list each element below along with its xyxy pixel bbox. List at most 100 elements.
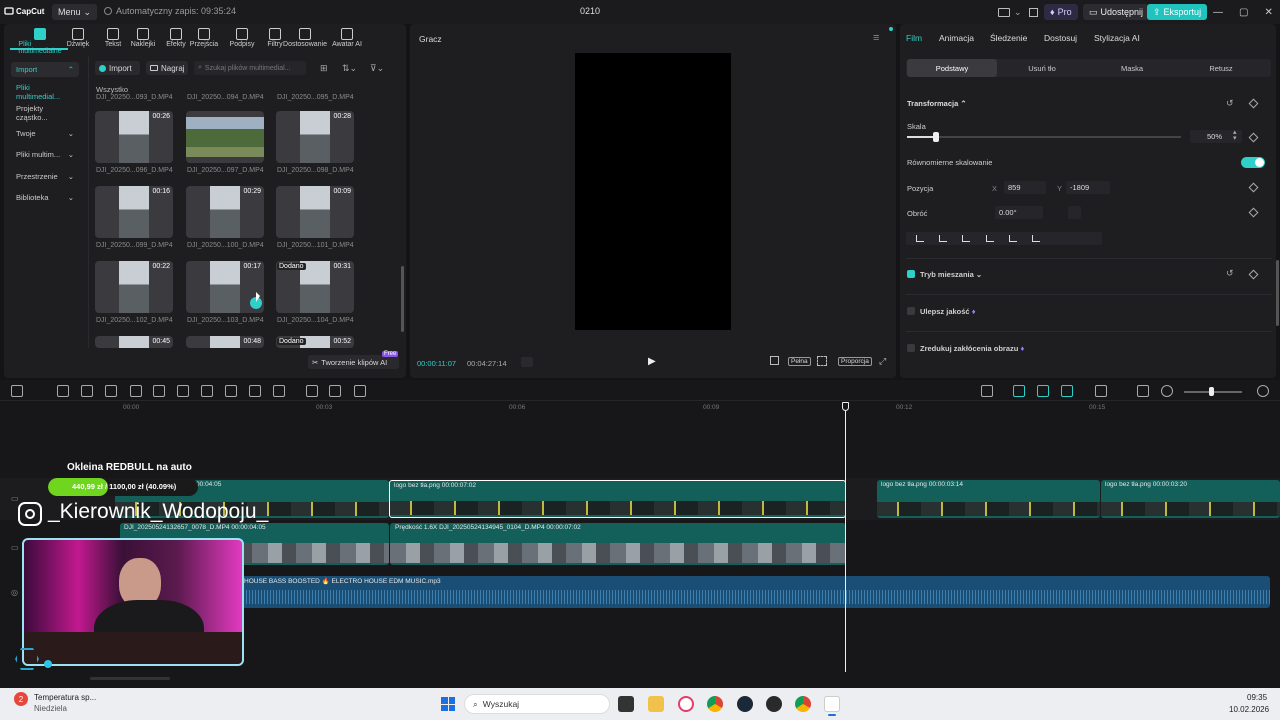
menu-button[interactable]: Menu ⌄ xyxy=(52,4,98,20)
clock-date[interactable]: 10.02.2026 xyxy=(1229,705,1269,714)
magnet-icon[interactable] xyxy=(1037,385,1049,397)
sidebar-item-5[interactable]: Przestrzenie ⌄ xyxy=(11,169,79,184)
tab-3[interactable]: Dostosuj xyxy=(1044,33,1077,43)
ai-tool-icon[interactable] xyxy=(354,385,366,397)
track-audio-icon[interactable]: ◎ xyxy=(11,588,18,597)
align-center-h-icon[interactable] xyxy=(939,235,947,242)
tab-0[interactable]: Film xyxy=(906,33,922,43)
split-right-icon[interactable] xyxy=(153,385,165,397)
enhance-label[interactable]: Ulepsz jakość ♦ xyxy=(920,307,976,316)
subtab-2[interactable]: Maska xyxy=(1087,59,1177,77)
chrome-icon[interactable] xyxy=(707,696,723,712)
file-explorer-icon[interactable] xyxy=(648,696,664,712)
toolbar-audio[interactable]: Dźwięk xyxy=(58,28,98,48)
delete-icon[interactable] xyxy=(177,385,189,397)
subtab-0[interactable]: Podstawy xyxy=(907,59,997,77)
media-thumbnail[interactable]: 00:31 Dodano xyxy=(276,261,354,313)
position-y-input[interactable]: -1809 xyxy=(1066,181,1110,194)
overlay-clip[interactable]: logo bez tła.png 00:00:03:14 xyxy=(877,480,1100,518)
denoise-checkbox[interactable] xyxy=(907,344,915,352)
crop-icon[interactable] xyxy=(770,356,779,365)
toolbar-adjust[interactable]: Dostosowanie xyxy=(283,28,327,48)
split-icon[interactable] xyxy=(105,385,117,397)
overlay-clip-selected[interactable]: logo bez tła.png 00:00:07:02 xyxy=(389,480,846,518)
media-thumbnail[interactable] xyxy=(186,111,264,163)
media-thumbnail[interactable]: 00:16 xyxy=(95,186,173,238)
track-lock-icon[interactable]: ▭ xyxy=(11,494,19,503)
media-thumbnail[interactable]: 00:26 xyxy=(95,111,173,163)
media-scrollbar[interactable] xyxy=(401,266,404,332)
clock-time[interactable]: 09:35 xyxy=(1247,693,1267,702)
reset-icon[interactable]: ↺ xyxy=(1226,98,1234,109)
mic-icon[interactable] xyxy=(981,385,993,397)
properties-scrollbar[interactable] xyxy=(1276,260,1279,326)
share-button[interactable]: ▭ Udostępnij xyxy=(1083,4,1150,20)
link-main-icon[interactable] xyxy=(1013,385,1025,397)
sort-icon[interactable]: ⇅⌄ xyxy=(342,63,357,74)
playhead-handle[interactable] xyxy=(842,402,849,411)
subtab-3[interactable]: Retusz xyxy=(1176,59,1266,77)
blend-checkbox[interactable] xyxy=(907,270,915,278)
media-search-input[interactable]: ⌕ Szukaj plików multimedial... xyxy=(194,61,306,75)
denoise-label[interactable]: Zredukuj zakłócenia obrazu ♦ xyxy=(920,344,1024,353)
toolbar-transition[interactable]: Przejścia xyxy=(184,28,224,48)
capcut-taskbar-icon[interactable] xyxy=(824,696,840,712)
import-button[interactable]: Import xyxy=(95,61,140,75)
track-video-icon[interactable]: ▭ xyxy=(11,543,19,552)
record-button[interactable]: Nagraj xyxy=(146,61,188,75)
taskbar-search[interactable]: ⌕ Wyszukaj xyxy=(464,694,610,714)
ai-clips-button[interactable]: ✂ Tworzenie klipów AI xyxy=(308,355,399,369)
caption-icon[interactable] xyxy=(1137,385,1149,397)
maximize-icon[interactable]: ▢ xyxy=(1239,7,1248,18)
screenshot-icon[interactable] xyxy=(817,356,827,366)
preview-axis-icon[interactable] xyxy=(1095,385,1107,397)
subtab-1[interactable]: Usuń tło xyxy=(997,59,1087,77)
sidebar-item-6[interactable]: Biblioteka ⌄ xyxy=(11,190,79,205)
tab-1[interactable]: Animacja xyxy=(939,33,974,43)
media-thumbnail[interactable]: 00:22 xyxy=(95,261,173,313)
media-thumbnail[interactable]: 00:45 xyxy=(95,336,173,348)
layout-icon[interactable] xyxy=(998,7,1010,17)
chrome-profile-icon[interactable] xyxy=(795,696,811,712)
timeline-scrollbar[interactable] xyxy=(90,677,170,680)
quality-button[interactable]: Pełna xyxy=(788,357,811,366)
sidebar-item-2[interactable]: Projekty cząstko... xyxy=(11,104,79,122)
scale-slider[interactable] xyxy=(907,136,1181,138)
weather-badge[interactable]: 2 xyxy=(14,692,28,706)
grid-view-icon[interactable]: ⊞ xyxy=(320,63,328,74)
project-title[interactable]: 0210 xyxy=(580,6,600,16)
opera-icon[interactable] xyxy=(678,696,694,712)
mirror-icon[interactable] xyxy=(249,385,261,397)
pro-button[interactable]: ♦ Pro xyxy=(1044,4,1078,20)
sidebar-item-4[interactable]: Pliki multim... ⌄ xyxy=(11,147,79,162)
align-top-icon[interactable] xyxy=(986,235,994,242)
undo-icon[interactable] xyxy=(57,385,69,397)
start-icon[interactable] xyxy=(441,697,455,711)
playhead[interactable] xyxy=(845,408,846,672)
close-icon[interactable]: ✕ xyxy=(1264,7,1272,18)
zoom-in-icon[interactable] xyxy=(1257,385,1269,397)
weather-title[interactable]: Temperatura sp... xyxy=(34,693,96,702)
position-x-input[interactable]: 859 xyxy=(1004,181,1046,194)
align-left-icon[interactable] xyxy=(916,235,924,242)
audio-clip[interactable]: HOUSE BASS BOOSTED 🔥 ELECTRO HOUSE EDM M… xyxy=(240,576,1270,608)
media-thumbnail[interactable]: 00:29 xyxy=(186,186,264,238)
panel-icon[interactable] xyxy=(1028,7,1038,17)
scale-slider-handle[interactable] xyxy=(933,132,939,142)
overlay-clip[interactable]: logo bez tła.png 00:00:03:20 xyxy=(1101,480,1280,518)
toolbar-media[interactable]: Pliki multimedialne xyxy=(18,28,62,55)
main-video-clip[interactable]: Prędkość 1.6X DJI_20250524134945_0104_D.… xyxy=(390,523,846,565)
sidebar-item-1[interactable]: Pliki multimedial... xyxy=(11,83,79,101)
ratio-button[interactable]: Proporcja xyxy=(838,357,872,366)
fullscreen-icon[interactable]: ⤢ xyxy=(879,356,886,367)
rotate-icon[interactable] xyxy=(273,385,285,397)
chevron-down-icon[interactable]: ⌄ xyxy=(1014,7,1022,18)
task-view-icon[interactable] xyxy=(618,696,634,712)
media-thumbnail[interactable]: 00:28 xyxy=(276,111,354,163)
sidebar-item-3[interactable]: Twoje ⌄ xyxy=(11,126,79,141)
minimize-icon[interactable]: — xyxy=(1213,7,1223,18)
select-icon[interactable] xyxy=(11,385,23,397)
tab-2[interactable]: Śledzenie xyxy=(990,33,1027,43)
enhance-checkbox[interactable] xyxy=(907,307,915,315)
split-left-icon[interactable] xyxy=(130,385,142,397)
